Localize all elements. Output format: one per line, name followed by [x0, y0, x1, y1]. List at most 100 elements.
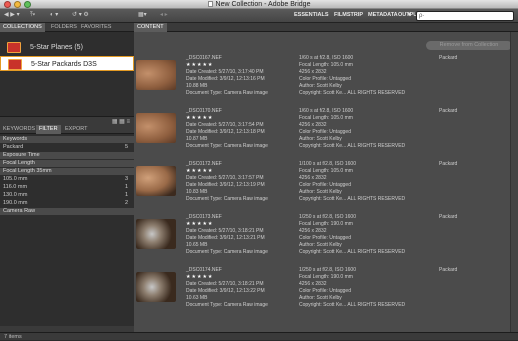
filter-row[interactable]: 116.0 mm 1 — [0, 184, 134, 191]
thumbnail-image[interactable] — [136, 113, 176, 143]
content-panel-tabs: CONTENT — [134, 23, 518, 32]
meta-focal: Focal Length: 190.0 mm — [299, 221, 353, 227]
file-stars[interactable]: ★★★★★ — [186, 115, 268, 122]
keyword-label: Packard — [439, 55, 458, 61]
tab-filter[interactable]: FILTER — [36, 125, 61, 134]
meta-copyright: Copyright: Scott Ke... ALL RIGHTS RESERV… — [299, 302, 406, 308]
tab-content[interactable]: CONTENT — [134, 23, 167, 32]
filter-row[interactable]: 190.0 mm 2 — [0, 200, 134, 207]
file-created: Date Created: 5/27/10, 3:17:54 PM — [186, 122, 264, 128]
tab-collections[interactable]: COLLECTIONS — [0, 23, 45, 32]
filter-row[interactable]: 130.0 mm 1 — [0, 192, 134, 199]
file-stars[interactable]: ★★★★★ — [186, 62, 268, 69]
tab-export[interactable]: EXPORT — [62, 125, 91, 134]
file-size: 10.63 MB — [186, 295, 208, 301]
filter-label: 105.0 mm — [3, 176, 28, 182]
meta-profile: Color Profile: Untagged — [299, 129, 351, 135]
file-doctype: Document Type: Camera Raw image — [186, 196, 268, 202]
thumbnail-image[interactable] — [136, 166, 176, 196]
tab-keywords[interactable]: KEYWORDS — [0, 125, 38, 134]
file-created: Date Created: 5/27/10, 3:18:21 PM — [186, 228, 264, 234]
keyword-label: Packard — [439, 267, 458, 273]
collection-item-selected[interactable]: 5-Star Packards D3S — [0, 56, 134, 71]
filter-label: Focal Length 35mm — [3, 168, 52, 174]
rotate-icon[interactable]: ↺ ▾ ⚙ — [72, 10, 89, 21]
file-name: _DSC0167.NEF — [186, 55, 222, 61]
file-stars[interactable]: ★★★★★ — [186, 221, 268, 228]
status-bar: 7 items — [0, 332, 518, 340]
meta-dims: 4256 x 2832 — [299, 281, 327, 287]
collection-label: 5-Star Planes (5) — [30, 44, 83, 51]
file-info: _DSC0174.NEF ★★★★★ Date Created: 5/27/10, … — [186, 267, 268, 309]
remove-from-collection-button[interactable]: Remove from Collection — [426, 41, 512, 50]
file-metadata: 1/100 s at f/2.8, ISO 1600 Focal Length: … — [299, 161, 405, 203]
content-row[interactable]: _DSC0170.NEF ★★★★★ Date Created: 5/27/10, … — [134, 105, 518, 158]
panel-divider[interactable]: ▦ ▦ ≡ — [0, 116, 134, 125]
meta-profile: Color Profile: Untagged — [299, 182, 351, 188]
meta-dims: 4256 x 2832 — [299, 69, 327, 75]
content-row[interactable]: _DSC0173.NEF ★★★★★ Date Created: 5/27/10, … — [134, 211, 518, 264]
filter-row[interactable]: 105.0 mm 3 — [0, 176, 134, 183]
filter-count: 1 — [124, 184, 128, 190]
thumbnail-image[interactable] — [136, 219, 176, 249]
filter-row[interactable]: Focal Length 35mm — [0, 168, 134, 175]
file-doctype: Document Type: Camera Raw image — [186, 90, 268, 96]
tab-folders[interactable]: FOLDERS — [48, 23, 80, 32]
meta-profile: Color Profile: Untagged — [299, 76, 351, 82]
file-info: _DSC0167.NEF ★★★★★ Date Created: 5/27/10, … — [186, 55, 268, 97]
window-title: New Collection - Adobe Bridge — [0, 0, 518, 9]
meta-copyright: Copyright: Scott Ke... ALL RIGHTS RESERV… — [299, 196, 406, 202]
file-size: 10.87 MB — [186, 136, 208, 142]
file-size: 10.88 MB — [186, 83, 208, 89]
workspace-metadata[interactable]: METADATA — [368, 10, 398, 21]
content-row[interactable]: _DSC0172.NEF ★★★★★ Date Created: 5/27/10, … — [134, 158, 518, 211]
meta-focal: Focal Length: 105.0 mm — [299, 168, 353, 174]
meta-copyright: Copyright: Scott Ke... ALL RIGHTS RESERV… — [299, 90, 406, 96]
file-size: 10.65 MB — [186, 242, 208, 248]
file-modified: Date Modified: 3/9/12, 12:13:16 PM — [186, 76, 265, 82]
filter-row[interactable]: Packard 5 — [0, 144, 134, 151]
file-stars[interactable]: ★★★★★ — [186, 274, 268, 281]
filter-row[interactable]: Camera Raw — [0, 208, 134, 215]
keyword-label: Packard — [439, 161, 458, 167]
left-panel-tabs: COLLECTIONS FOLDERS FAVORITES — [0, 23, 134, 32]
meta-profile: Color Profile: Untagged — [299, 235, 351, 241]
file-info: _DSC0173.NEF ★★★★★ Date Created: 5/27/10, … — [186, 214, 268, 256]
tab-favorites[interactable]: FAVORITES — [78, 23, 114, 32]
file-created: Date Created: 5/27/10, 3:18:21 PM — [186, 281, 264, 287]
filter-row[interactable]: Keywords — [0, 136, 134, 143]
workspace-essentials[interactable]: ESSENTIALS — [294, 10, 329, 21]
content-row[interactable]: _DSC0174.NEF ★★★★★ Date Created: 5/27/10, … — [134, 264, 518, 317]
panel-options-icon[interactable]: ▦ ▦ ≡ — [112, 118, 130, 125]
refine-icon[interactable]: ◐ ▾ — [50, 10, 58, 21]
file-stars[interactable]: ★★★★★ — [186, 168, 268, 175]
camera-icon[interactable]: ⤒▾ — [30, 10, 35, 21]
filter-label: 130.0 mm — [3, 192, 28, 198]
path-icon[interactable]: ▦▾ — [138, 10, 147, 21]
content-scrollbar[interactable] — [510, 32, 518, 332]
filter-panel-tabs: KEYWORDS FILTER EXPORT — [0, 125, 134, 134]
file-doctype: Document Type: Camera Raw image — [186, 143, 268, 149]
toolbar: ◀ ▶ ▾ ⤒▾ ◐ ▾ ↺ ▾ ⚙ ▦▾ ◂ ▸ ESSENTIALS FIL… — [0, 9, 518, 23]
collection-label: 5-Star Packards D3S — [31, 61, 97, 68]
window-title-text: New Collection - Adobe Bridge — [215, 1, 311, 8]
thumbnail-image[interactable] — [136, 60, 176, 90]
meta-dims: 4256 x 2832 — [299, 175, 327, 181]
filter-row[interactable]: Focal Length — [0, 160, 134, 167]
thumbnail-image[interactable] — [136, 272, 176, 302]
meta-exposure: 1/60 s at f/2.8, ISO 1600 — [299, 108, 354, 114]
collection-item[interactable]: 5-Star Planes (5) — [0, 40, 134, 55]
nav-arrows-icon[interactable]: ◂ ▸ — [160, 10, 168, 21]
search-input[interactable]: ρ· — [416, 11, 514, 21]
meta-copyright: Copyright: Scott Ke... ALL RIGHTS RESERV… — [299, 249, 406, 255]
workspace-menu-icon[interactable]: ▾ — [408, 10, 411, 21]
meta-exposure: 1/250 s at f/2.8, ISO 1600 — [299, 214, 356, 220]
filter-row[interactable]: Exposure Time — [0, 152, 134, 159]
meta-profile: Color Profile: Untagged — [299, 288, 351, 294]
content-row[interactable]: _DSC0167.NEF ★★★★★ Date Created: 5/27/10, … — [134, 52, 518, 105]
back-forward-icon[interactable]: ◀ ▶ ▾ — [4, 10, 20, 21]
filter-label: Packard — [3, 144, 24, 150]
workspace-filmstrip[interactable]: FILMSTRIP — [334, 10, 363, 21]
filter-label: Exposure Time — [3, 152, 40, 158]
meta-focal: Focal Length: 190.0 mm — [299, 274, 353, 280]
